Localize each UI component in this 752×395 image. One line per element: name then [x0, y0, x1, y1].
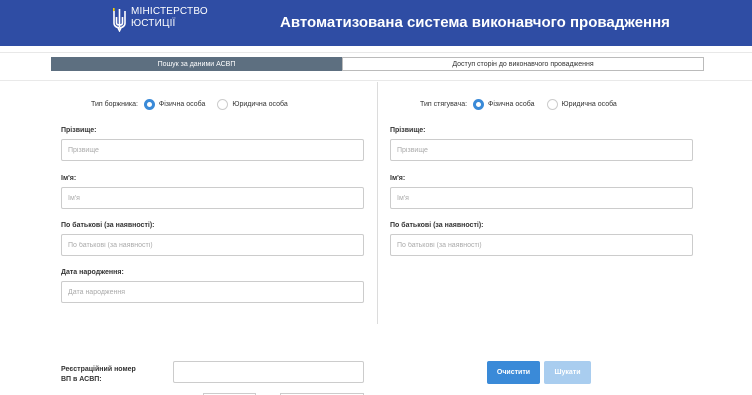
- debtor-name-input[interactable]: [61, 187, 364, 209]
- creditor-surname-input[interactable]: [390, 139, 693, 161]
- radio-label: Фізична особа: [488, 100, 535, 108]
- creditor-patronymic-input[interactable]: [390, 234, 693, 256]
- debtor-surname-label: Прізвище:: [61, 127, 97, 134]
- search-button[interactable]: Шукати: [544, 361, 591, 384]
- creditor-type-legal[interactable]: Юридична особа: [546, 98, 617, 110]
- creditor-type-individual[interactable]: Фізична особа: [473, 98, 535, 110]
- tabs-separator: [0, 52, 752, 53]
- tab-asvp-search[interactable]: Пошук за даними АСВП: [51, 57, 342, 71]
- debtor-type-individual[interactable]: Фізична особа: [143, 98, 206, 110]
- radio-unchecked-icon[interactable]: [217, 98, 229, 110]
- radio-label: Юридична особа: [561, 100, 617, 108]
- column-divider: [377, 82, 378, 324]
- section-divider: [0, 80, 752, 81]
- creditor-type-group: Тип стягувача: Фізична особа Юридична ос…: [420, 98, 629, 110]
- radio-label: Фізична особа: [158, 100, 206, 108]
- debtor-birthdate-label: Дата народження:: [61, 269, 124, 276]
- registration-number-input[interactable]: [173, 361, 364, 383]
- page-title: Автоматизована система виконавчого прова…: [280, 14, 670, 31]
- radio-checked-icon[interactable]: [473, 98, 485, 110]
- debtor-patronymic-label: По батькові (за наявності):: [61, 222, 155, 229]
- tab-party-access[interactable]: Доступ сторін до виконавчого провадження: [342, 57, 704, 71]
- app-header: МІНІСТЕРСТВО ЮСТИЦІЇ Автоматизована сист…: [0, 0, 752, 46]
- debtor-type-legal[interactable]: Юридична особа: [217, 98, 288, 110]
- registration-number-label: Реєстраційний номер ВП в АСВП:: [61, 366, 136, 383]
- debtor-type-group: Тип боржника: Фізична особа Юридична осо…: [91, 98, 300, 110]
- debtor-surname-input[interactable]: [61, 139, 364, 161]
- clear-button[interactable]: Очистити: [487, 361, 540, 384]
- logo-text: МІНІСТЕРСТВО ЮСТИЦІЇ: [131, 6, 208, 29]
- creditor-type-label: Тип стягувача:: [420, 100, 468, 108]
- debtor-birthdate-input[interactable]: [61, 281, 364, 303]
- creditor-surname-label: Прізвище:: [390, 127, 426, 134]
- debtor-patronymic-input[interactable]: [61, 234, 364, 256]
- creditor-patronymic-label: По батькові (за наявності):: [390, 222, 484, 229]
- ministry-logo[interactable]: МІНІСТЕРСТВО ЮСТИЦІЇ: [113, 5, 213, 39]
- creditor-name-label: Ім'я:: [390, 175, 406, 182]
- radio-unchecked-icon[interactable]: [546, 98, 558, 110]
- debtor-type-label: Тип боржника:: [91, 100, 138, 108]
- trident-icon: [113, 8, 126, 32]
- radio-checked-icon[interactable]: [143, 98, 155, 110]
- debtor-name-label: Ім'я:: [61, 175, 77, 182]
- creditor-name-input[interactable]: [390, 187, 693, 209]
- radio-label: Юридична особа: [232, 100, 288, 108]
